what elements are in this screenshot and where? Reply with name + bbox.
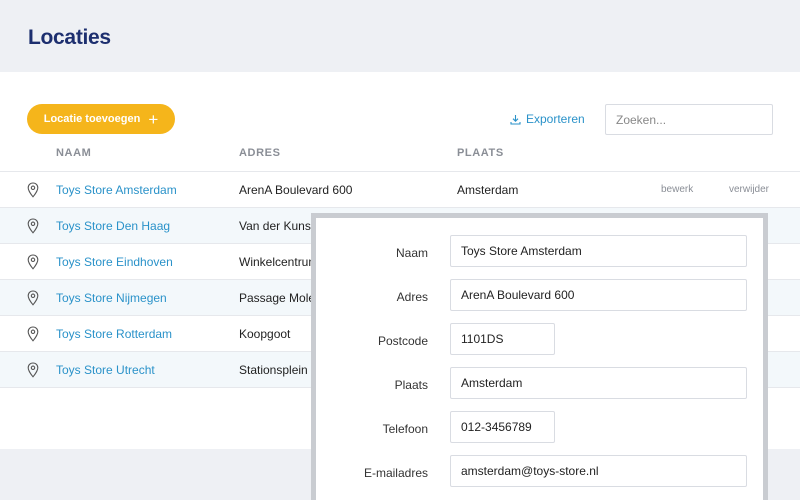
location-address: Van der Kunst	[239, 219, 315, 233]
field-label-postcode: Postcode	[377, 334, 428, 348]
field-label-phone: Telefoon	[382, 422, 428, 436]
page-title: Locaties	[28, 26, 111, 49]
field-label-address: Adres	[396, 290, 428, 304]
column-header-address[interactable]: ADRES	[239, 147, 281, 159]
table-row[interactable]: Toys Store Amsterdam ArenA Boulevard 600…	[0, 171, 800, 207]
field-label-city: Plaats	[394, 378, 428, 392]
download-icon	[510, 114, 521, 125]
add-location-label: Locatie toevoegen	[43, 113, 141, 125]
field-label-email: E-mailadres	[363, 466, 428, 480]
column-header-city[interactable]: PLAATS	[457, 147, 504, 159]
location-pin-icon	[27, 218, 39, 234]
field-label-name: Naam	[395, 246, 428, 260]
name-field[interactable]	[450, 235, 747, 267]
location-pin-icon	[27, 182, 39, 198]
location-pin-icon	[27, 362, 39, 378]
location-address: Passage Mole	[239, 291, 316, 305]
location-address: Winkelcentrum	[239, 255, 319, 269]
phone-field[interactable]	[450, 411, 555, 443]
location-city: Amsterdam	[457, 183, 519, 197]
plus-icon: +	[148, 109, 159, 129]
export-label: Exporteren	[526, 112, 585, 126]
add-location-button[interactable]: Locatie toevoegen +	[27, 104, 175, 134]
delete-link[interactable]: verwijder	[729, 184, 769, 195]
location-pin-icon	[27, 290, 39, 306]
edit-location-modal: Naam Adres Postcode Plaats Telefoon E-ma…	[311, 213, 768, 500]
location-name-link[interactable]: Toys Store Den Haag	[56, 219, 170, 233]
location-name-link[interactable]: Toys Store Eindhoven	[56, 255, 173, 269]
export-button[interactable]: Exporteren	[510, 112, 585, 126]
edit-link[interactable]: bewerk	[661, 184, 693, 195]
location-pin-icon	[27, 326, 39, 342]
page-header: Locaties	[0, 0, 800, 72]
location-address: Stationsplein 9	[239, 363, 318, 377]
column-header-name[interactable]: NAAM	[56, 147, 91, 159]
address-field[interactable]	[450, 279, 747, 311]
postcode-field[interactable]	[450, 323, 555, 355]
location-pin-icon	[27, 254, 39, 270]
city-field[interactable]	[450, 367, 747, 399]
location-address: Koopgoot	[239, 327, 291, 341]
location-address: ArenA Boulevard 600	[239, 183, 353, 197]
location-name-link[interactable]: Toys Store Rotterdam	[56, 327, 172, 341]
location-name-link[interactable]: Toys Store Utrecht	[56, 363, 155, 377]
search-input[interactable]	[605, 104, 773, 135]
location-name-link[interactable]: Toys Store Amsterdam	[56, 183, 177, 197]
email-field[interactable]	[450, 455, 747, 487]
location-name-link[interactable]: Toys Store Nijmegen	[56, 291, 167, 305]
